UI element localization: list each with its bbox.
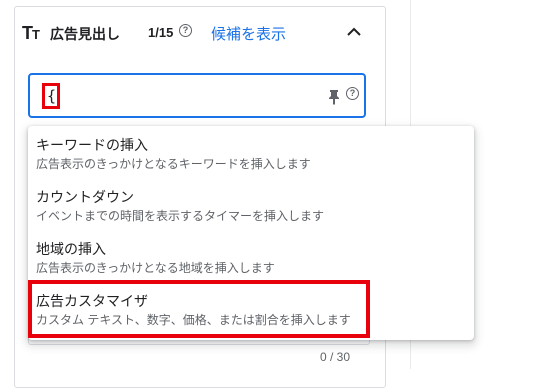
headline-input[interactable]: { ? (28, 73, 366, 118)
insert-menu: キーワードの挿入 広告表示のきっかけとなるキーワードを挿入します カウントダウン… (28, 126, 474, 340)
text-format-icon: TT (22, 23, 40, 43)
menu-item-ad-customizer[interactable]: 広告カスタマイザ カスタム テキスト、数字、価格、または割合を挿入します (28, 282, 474, 334)
menu-item-keyword-insertion[interactable]: キーワードの挿入 広告表示のきっかけとなるキーワードを挿入します (28, 126, 474, 178)
headline-header: TT 広告見出し 1/15 ? 候補を表示 (22, 20, 362, 52)
menu-item-description: カスタム テキスト、数字、価格、または割合を挿入します (36, 313, 351, 327)
menu-item-title: カウントダウン (36, 189, 134, 205)
menu-item-description: 広告表示のきっかけとなるキーワードを挿入します (36, 157, 311, 171)
menu-item-countdown[interactable]: カウントダウン イベントまでの時間を表示するタイマーを挿入します (28, 178, 474, 230)
headline-title: 広告見出し (50, 26, 120, 42)
menu-item-title: キーワードの挿入 (36, 137, 148, 153)
headline-count: 1/15 (148, 25, 174, 40)
input-help-icon[interactable]: ? (346, 87, 359, 100)
menu-item-title: 広告カスタマイザ (36, 293, 148, 309)
chevron-up-icon[interactable] (342, 20, 366, 44)
show-candidates-link[interactable]: 候補を表示 (211, 23, 286, 44)
menu-item-location-insertion[interactable]: 地域の挿入 広告表示のきっかけとなる地域を挿入します (28, 230, 474, 282)
menu-item-description: 広告表示のきっかけとなる地域を挿入します (36, 261, 275, 275)
menu-item-title: 地域の挿入 (36, 241, 106, 257)
pin-icon[interactable] (327, 89, 341, 105)
menu-item-description: イベントまでの時間を表示するタイマーを挿入します (36, 209, 325, 223)
help-icon[interactable]: ? (179, 24, 192, 37)
char-count: 0 / 30 (320, 350, 351, 364)
headline-input-value[interactable]: { (42, 83, 60, 109)
